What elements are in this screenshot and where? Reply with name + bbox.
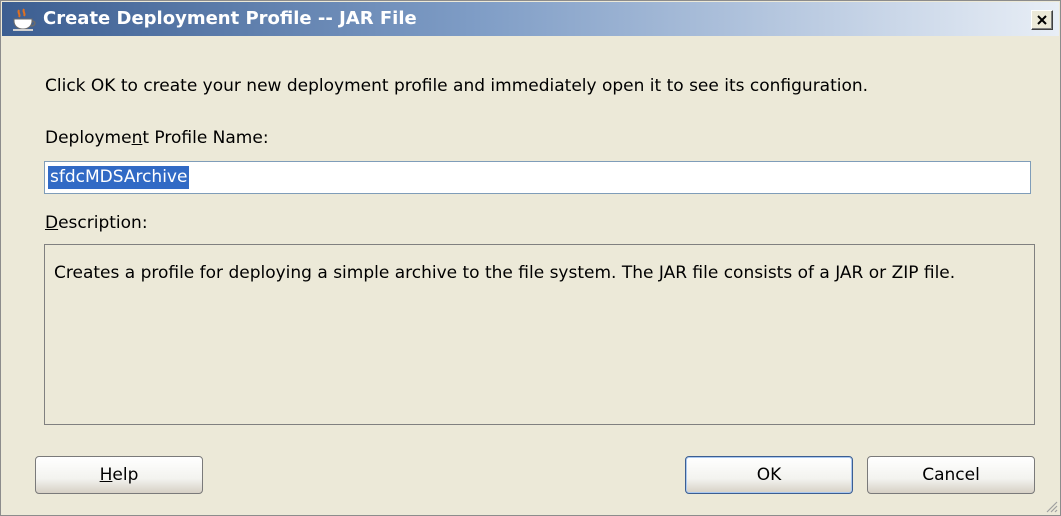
dialog-title: Create Deployment Profile -- JAR File xyxy=(43,8,417,29)
description-label-rest: escription: xyxy=(58,213,148,233)
title-bar[interactable]: Create Deployment Profile -- JAR File xyxy=(2,2,1059,36)
profile-name-label-part1: Deploy xyxy=(45,128,105,148)
description-label: Description: xyxy=(45,213,148,233)
profile-name-label: Deployment Profile Name: xyxy=(45,128,269,148)
close-icon xyxy=(1037,15,1047,25)
ok-button[interactable]: OK xyxy=(685,456,853,494)
profile-name-label-part3: t Profile Name: xyxy=(142,128,269,148)
cancel-button-label: Cancel xyxy=(922,465,980,485)
help-button[interactable]: Help xyxy=(35,456,203,494)
help-button-label: elp xyxy=(112,465,139,485)
instruction-text: Click OK to create your new deployment p… xyxy=(45,76,869,96)
ok-button-label: OK xyxy=(756,465,782,485)
create-deployment-profile-dialog: Create Deployment Profile -- JAR File Cl… xyxy=(0,0,1061,516)
close-button[interactable] xyxy=(1031,10,1053,30)
coffee-cup-icon xyxy=(13,8,36,31)
profile-name-selected-text[interactable]: sfdcMDSArchive xyxy=(48,166,190,189)
description-label-mnemonic: D xyxy=(45,213,59,233)
profile-name-input[interactable]: sfdcMDSArchive xyxy=(44,161,1031,194)
cancel-button[interactable]: Cancel xyxy=(867,456,1035,494)
profile-name-label-part2: me xyxy=(104,128,132,148)
description-box: Creates a profile for deploying a simple… xyxy=(44,244,1035,425)
help-button-mnemonic: H xyxy=(99,465,113,485)
description-text: Creates a profile for deploying a simple… xyxy=(54,263,956,283)
profile-name-label-mnemonic: n xyxy=(131,128,143,148)
resize-grip-icon[interactable] xyxy=(1044,499,1058,513)
